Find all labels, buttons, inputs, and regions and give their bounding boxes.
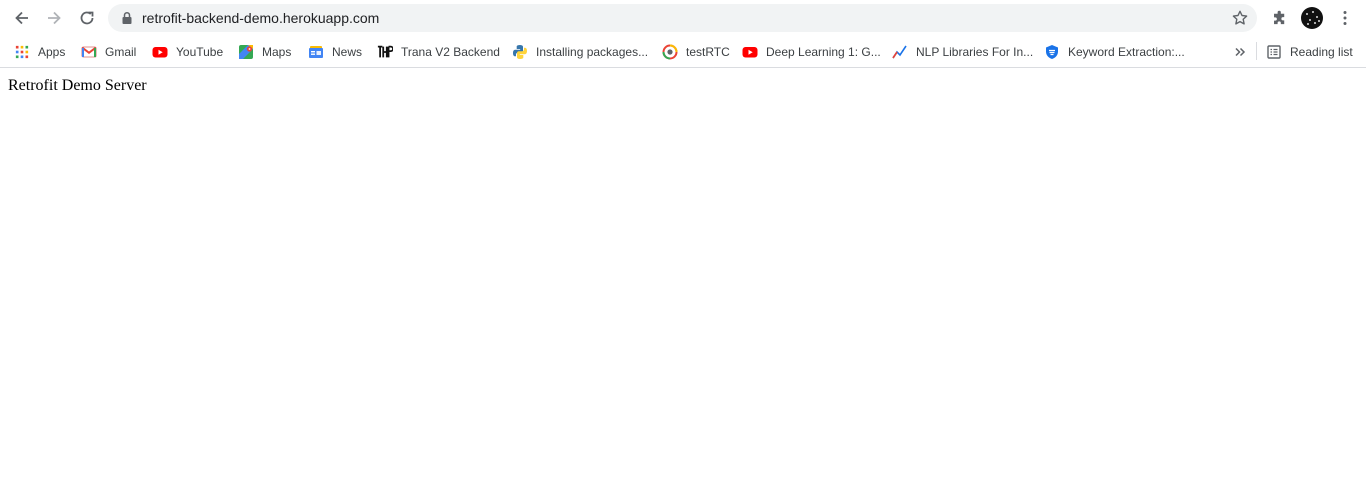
bookmark-maps[interactable]: Maps bbox=[238, 41, 291, 63]
reload-icon bbox=[80, 11, 94, 25]
bookmark-label: Installing packages... bbox=[536, 45, 649, 59]
youtube-icon bbox=[742, 44, 758, 60]
bookmark-label: Keyword Extraction:... bbox=[1068, 45, 1185, 59]
reading-list-label: Reading list bbox=[1290, 45, 1353, 59]
trana-logo-icon bbox=[377, 44, 393, 60]
bookmark-label: Gmail bbox=[105, 45, 137, 59]
trend-icon bbox=[892, 44, 908, 60]
bookmark-youtube[interactable]: YouTube bbox=[152, 41, 223, 63]
bookmark-keyword-extraction[interactable]: Keyword Extraction:... bbox=[1044, 41, 1185, 63]
bookmark-installing-packages[interactable]: Installing packages... bbox=[512, 41, 648, 63]
bookmark-label: Deep Learning 1: G... bbox=[766, 45, 881, 59]
page-body-text: Retrofit Demo Server bbox=[8, 77, 147, 94]
bookmark-star-icon[interactable] bbox=[1231, 9, 1249, 27]
bookmark-label: News bbox=[332, 45, 363, 59]
reload-button[interactable] bbox=[75, 6, 99, 30]
reading-list-icon bbox=[1266, 44, 1282, 60]
reading-list-button[interactable]: Reading list bbox=[1266, 41, 1353, 63]
bookmark-nlp-libraries[interactable]: NLP Libraries For In... bbox=[892, 41, 1033, 63]
bookmarks-bar: Apps Gmail YouTube Maps News Trana V2 Ba… bbox=[0, 36, 1366, 68]
forward-arrow-icon bbox=[48, 11, 61, 25]
extensions-button[interactable] bbox=[1267, 6, 1291, 30]
bookmark-apps[interactable]: Apps bbox=[14, 41, 65, 63]
shield-icon bbox=[1044, 44, 1060, 60]
testrtc-icon bbox=[662, 44, 678, 60]
profile-avatar[interactable] bbox=[1301, 7, 1323, 29]
more-bookmarks-button[interactable] bbox=[1234, 41, 1246, 63]
bookmark-testrtc[interactable]: testRTC bbox=[662, 41, 730, 63]
bookmark-news[interactable]: News bbox=[308, 41, 362, 63]
bookmark-label: testRTC bbox=[686, 45, 730, 59]
bookmark-gmail[interactable]: Gmail bbox=[81, 41, 136, 63]
browser-toolbar: retrofit-backend-demo.herokuapp.com bbox=[0, 0, 1366, 36]
puzzle-piece-icon bbox=[1273, 10, 1284, 24]
page-content: Retrofit Demo Server bbox=[0, 69, 1366, 483]
back-arrow-icon bbox=[15, 11, 28, 25]
chevron-double-right-icon bbox=[1235, 47, 1246, 57]
python-icon bbox=[512, 44, 528, 60]
back-button[interactable] bbox=[10, 6, 34, 30]
gmail-icon bbox=[81, 44, 97, 60]
kebab-menu-icon bbox=[1343, 11, 1347, 25]
maps-icon bbox=[238, 44, 254, 60]
youtube-icon bbox=[152, 44, 168, 60]
browser-menu-button[interactable] bbox=[1333, 6, 1357, 30]
bookmark-label: YouTube bbox=[176, 45, 224, 59]
bookmark-label: NLP Libraries For In... bbox=[916, 45, 1034, 59]
bookmark-label: Maps bbox=[262, 45, 292, 59]
news-icon bbox=[308, 44, 324, 60]
forward-button[interactable] bbox=[42, 6, 66, 30]
bookmark-trana-v2-backend[interactable]: Trana V2 Backend bbox=[377, 41, 500, 63]
lock-icon[interactable] bbox=[120, 11, 134, 25]
bookmark-label: Apps bbox=[38, 45, 66, 59]
address-bar[interactable]: retrofit-backend-demo.herokuapp.com bbox=[108, 4, 1257, 32]
apps-grid-icon bbox=[14, 44, 30, 60]
url-text[interactable]: retrofit-backend-demo.herokuapp.com bbox=[142, 10, 379, 26]
bookmarks-divider bbox=[1256, 42, 1257, 60]
bookmark-deep-learning[interactable]: Deep Learning 1: G... bbox=[742, 41, 881, 63]
bookmark-label: Trana V2 Backend bbox=[401, 45, 500, 59]
